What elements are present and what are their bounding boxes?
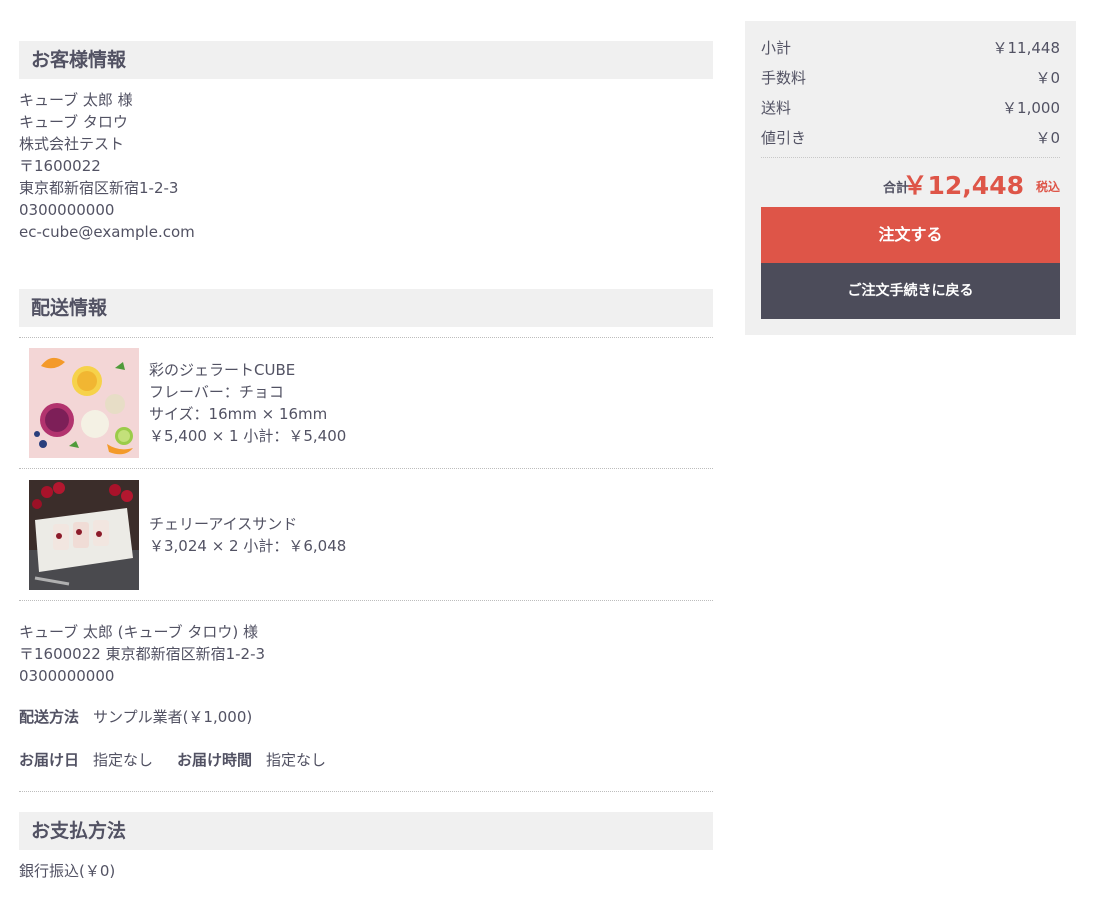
payment-method: 銀行振込(￥0): [19, 860, 115, 882]
delivery-date-label: お届け日: [19, 751, 80, 769]
product-image-gelato: [29, 348, 139, 458]
shipping-address: キューブ 太郎 (キューブ タロウ) 様 〒1600022 東京都新宿区新宿1-…: [19, 621, 265, 687]
customer-kana: キューブ タロウ: [19, 113, 128, 131]
place-order-button[interactable]: 注文する: [761, 207, 1060, 263]
summary-value: ￥0: [1035, 69, 1060, 87]
customer-email: ec-cube@example.com: [19, 223, 195, 241]
product-detail-cherry-ice-sandwich: チェリーアイスサンド ￥3,024 × 2 小計：￥6,048: [149, 513, 346, 557]
delivery-method-value: サンプル業者(￥1,000): [93, 708, 253, 726]
customer-postal-code: 〒1600022: [19, 157, 101, 175]
delivery-schedule: お届け日 指定なし お届け時間 指定なし: [19, 749, 326, 770]
recipient-phone: 0300000000: [19, 667, 115, 685]
delivery-time-value: 指定なし: [266, 751, 327, 769]
product-detail-gelato: 彩のジェラートCUBE フレーバー：チョコ サイズ：16mm × 16mm ￥5…: [149, 359, 346, 447]
customer-info: キューブ 太郎 様 キューブ タロウ 株式会社テスト 〒1600022 東京都新…: [19, 89, 195, 243]
summary-value: ￥1,000: [1002, 99, 1060, 117]
customer-info-heading: お客様情報: [19, 41, 713, 79]
product-size: サイズ：16mm × 16mm: [149, 405, 328, 423]
product-price-line: ￥5,400 × 1 小計：￥5,400: [149, 427, 347, 445]
customer-name: キューブ 太郎 様: [19, 91, 133, 109]
product-flavor: フレーバー：チョコ: [149, 383, 284, 401]
summary-label: 手数料: [761, 69, 807, 87]
product-price-line: ￥3,024 × 2 小計：￥6,048: [149, 537, 347, 555]
total-row: 合計 ￥12,448 税込: [761, 164, 1060, 200]
divider: [761, 157, 1060, 158]
summary-row-shipping: 送料 ￥1,000: [761, 93, 1060, 123]
shipping-info-heading: 配送情報: [19, 289, 713, 327]
summary-value: ￥11,448: [992, 39, 1061, 57]
divider: [19, 791, 713, 792]
product-image-cherry-ice-sandwich: [29, 480, 139, 590]
delivery-method-label: 配送方法: [19, 708, 80, 726]
divider: [19, 468, 713, 469]
summary-label: 値引き: [761, 129, 807, 147]
summary-label: 送料: [761, 99, 792, 117]
recipient-address: 〒1600022 東京都新宿区新宿1-2-3: [19, 645, 266, 663]
order-summary: 小計 ￥11,448 手数料 ￥0 送料 ￥1,000 値引き ￥0 合計 ￥1…: [745, 21, 1076, 335]
total-amount: ￥12,448: [902, 171, 1024, 200]
recipient-name: キューブ 太郎 (キューブ タロウ) 様: [19, 623, 258, 641]
summary-label: 小計: [761, 39, 792, 57]
payment-method-value: 銀行振込(￥0): [19, 862, 116, 880]
summary-row-fee: 手数料 ￥0: [761, 63, 1060, 93]
summary-value: ￥0: [1035, 129, 1060, 147]
delivery-date-value: 指定なし: [93, 751, 154, 769]
delivery-time-label: お届け時間: [177, 751, 253, 769]
summary-row-subtotal: 小計 ￥11,448: [761, 33, 1060, 63]
back-to-checkout-button[interactable]: ご注文手続きに戻る: [761, 263, 1060, 319]
customer-company: 株式会社テスト: [19, 135, 125, 153]
delivery-method: 配送方法 サンプル業者(￥1,000): [19, 706, 252, 727]
divider: [19, 600, 713, 601]
customer-phone: 0300000000: [19, 201, 115, 219]
divider: [19, 337, 713, 338]
product-name: チェリーアイスサンド: [149, 515, 298, 533]
customer-address: 東京都新宿区新宿1-2-3: [19, 179, 179, 197]
summary-row-discount: 値引き ￥0: [761, 123, 1060, 153]
payment-method-heading: お支払方法: [19, 812, 713, 850]
tax-included-label: 税込: [1035, 180, 1060, 194]
product-name: 彩のジェラートCUBE: [149, 361, 296, 379]
